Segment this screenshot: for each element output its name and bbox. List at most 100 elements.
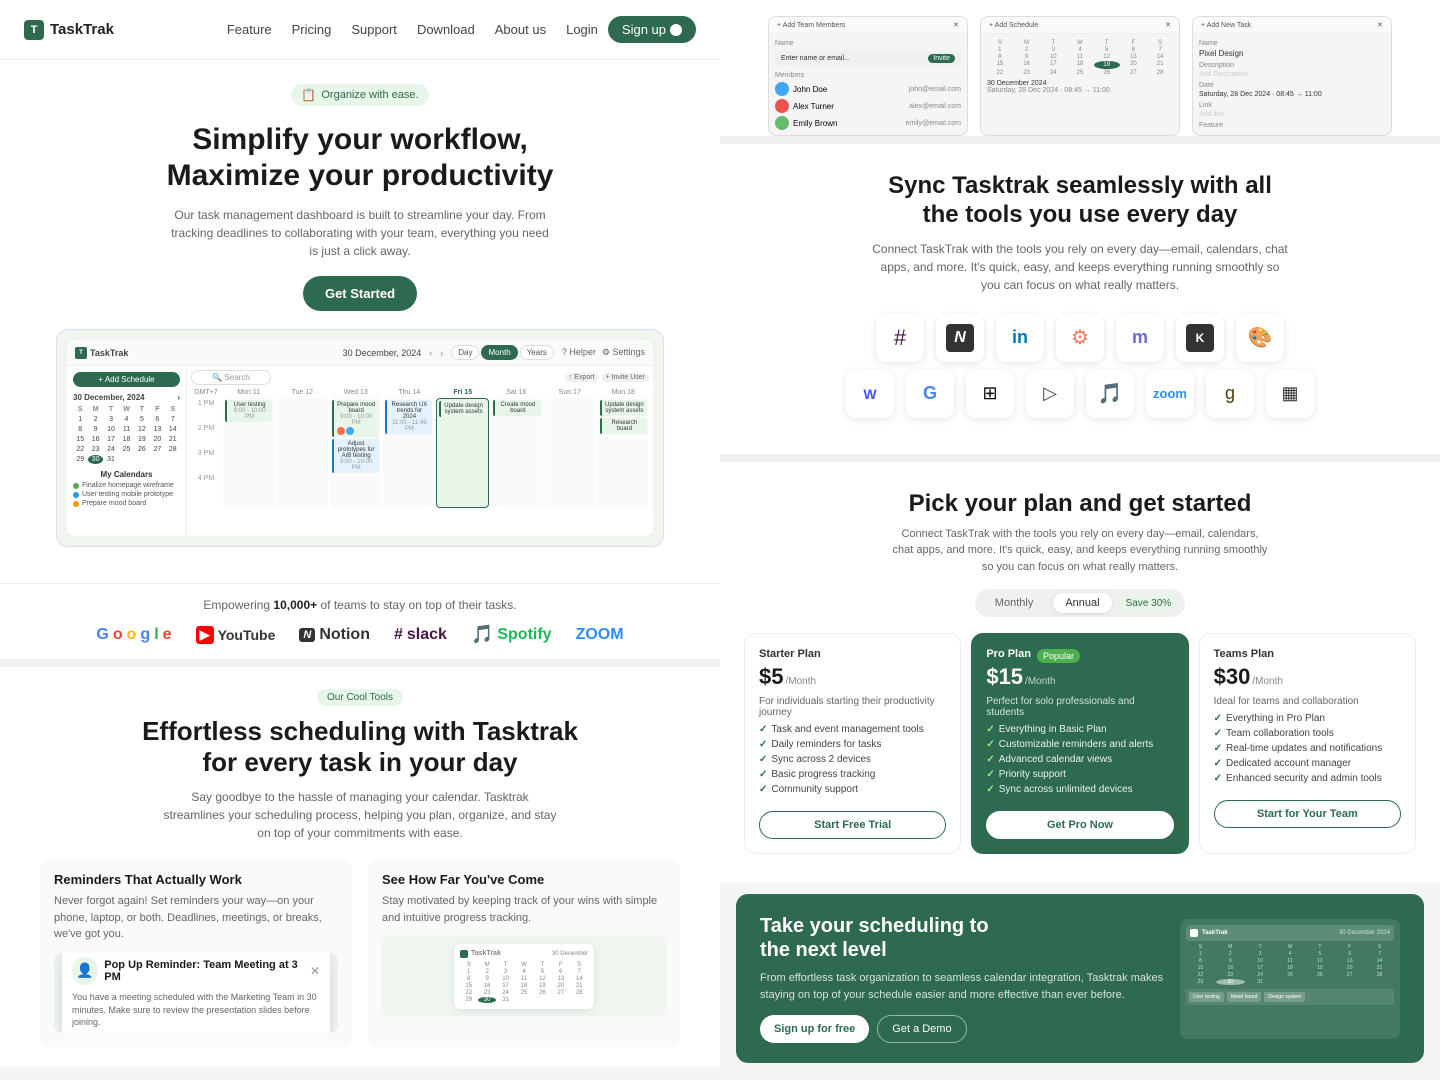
progress-preview: TaskTrak 30 December SMTWTFS 1234567 891…: [382, 936, 666, 1016]
popup-close[interactable]: ✕: [310, 964, 320, 978]
plan-cta-pro[interactable]: Get Pro Now: [986, 811, 1173, 839]
plan-period-starter: /Month: [785, 676, 816, 687]
dash-export[interactable]: ↑ Export: [565, 373, 599, 382]
mini-screen-task-header: + Add New Task ✕: [1193, 17, 1391, 34]
dash-sidebar: + Add Schedule 30 December, 2024 › S M T: [67, 366, 187, 536]
mini-screen-calendar: + Add Schedule ✕ SMTWTFS 1234567 8910111…: [980, 16, 1180, 136]
tools-badge: Our Cool Tools: [317, 689, 403, 706]
plan-feature-5-teams: ✓Enhanced security and admin tools: [1214, 773, 1401, 784]
navbar: T TaskTrak Feature Pricing Support Downl…: [0, 0, 720, 60]
mini-cal-nav[interactable]: ›: [177, 393, 180, 402]
toggle-monthly[interactable]: Monthly: [983, 593, 1046, 613]
plan-feature-4-teams: ✓Dedicated account manager: [1214, 758, 1401, 769]
toggle-annual[interactable]: Annual: [1053, 593, 1111, 613]
integration-monday: m: [1116, 314, 1164, 362]
day-col-thu: Research UX trends for 202411:00 - 11:45…: [383, 398, 434, 508]
plan-cta-starter[interactable]: Start Free Trial: [759, 811, 946, 839]
dash-nav-prev[interactable]: ‹: [429, 348, 432, 358]
cta-demo-button[interactable]: Get a Demo: [877, 1015, 966, 1043]
plan-feature-2-starter: ✓Daily reminders for tasks: [759, 739, 946, 750]
plan-cta-teams[interactable]: Start for Your Team: [1214, 800, 1401, 828]
plan-price-teams: $30: [1214, 664, 1251, 690]
integration-hubspot: ⚙: [1056, 314, 1104, 362]
view-month[interactable]: Month: [481, 345, 517, 360]
dashboard-preview: T TaskTrak 30 December, 2024 ‹ › Day Mon…: [56, 329, 664, 547]
event-update-design2[interactable]: Update design system assets: [600, 400, 647, 416]
event-create-mood[interactable]: Create mood board: [493, 400, 540, 416]
pricing-card-starter: Starter Plan $5 /Month For individuals s…: [744, 633, 961, 854]
logo-icon: T: [24, 20, 44, 40]
popup-icon: 👤: [72, 957, 98, 985]
pricing-card-teams: Teams Plan $30 /Month Ideal for teams an…: [1199, 633, 1416, 854]
day-col-sun: [545, 398, 596, 508]
hero-title: Simplify your workflow, Maximize your pr…: [40, 122, 680, 194]
view-years[interactable]: Years: [520, 345, 554, 360]
integration-buffer: ▦: [1266, 370, 1314, 418]
login-button[interactable]: Login: [566, 22, 598, 37]
event-mood-board[interactable]: Prepare mood board9:00 - 10:00 PM: [332, 400, 379, 437]
dash-view-btns: Day Month Years: [451, 345, 554, 360]
mini-close-3[interactable]: ✕: [1377, 21, 1383, 29]
pricing-section: Pick your plan and get started Connect T…: [720, 454, 1440, 883]
event-research-board[interactable]: Research board: [600, 418, 647, 434]
event-research-ux[interactable]: Research UX trends for 202411:00 - 11:45…: [385, 400, 432, 434]
nav-download[interactable]: Download: [417, 22, 475, 37]
integration-klaviyo: K: [1176, 314, 1224, 362]
mini-screen-team: + Add Team Members ✕ Name Enter name or …: [768, 16, 968, 136]
plan-feature-3-starter: ✓Sync across 2 devices: [759, 754, 946, 765]
dash-date: 30 December, 2024: [343, 348, 422, 358]
hero-badge: 📋 Organize with ease.: [291, 84, 428, 106]
dash-helper: ? Helper: [562, 347, 596, 358]
mini-calendar: 30 December, 2024 › S M T W T F: [73, 393, 180, 464]
plan-feature-1-starter: ✓Task and event management tools: [759, 724, 946, 735]
logo-text: TaskTrak: [50, 21, 114, 38]
sync-section: Sync Tasktrak seamlessly with all the to…: [720, 136, 1440, 454]
mini-cal-header: 30 December, 2024 ›: [73, 393, 180, 402]
plan-feature-4-pro: ✓Priority support: [986, 769, 1173, 780]
integration-figma: 🎨: [1236, 314, 1284, 362]
dash-toolbar: T TaskTrak 30 December, 2024 ‹ › Day Mon…: [67, 340, 653, 366]
integration-spotify: 🎵: [1086, 370, 1134, 418]
pricing-card-pro: Pro Plan Popular $15 /Month Perfect for …: [971, 633, 1188, 854]
integration-notion: N: [936, 314, 984, 362]
event-update-design[interactable]: Update design system assets: [439, 401, 486, 417]
cta-banner-image: TaskTrak 30 December 2024 SMTWTFS 123456…: [1180, 919, 1400, 1039]
plan-desc-teams: Ideal for teams and collaboration: [1214, 696, 1401, 707]
brand-zoom: ZOOM: [576, 626, 624, 644]
mini-screen-cal-header: + Add Schedule ✕: [981, 17, 1179, 34]
day-col-tue: [276, 398, 327, 508]
nav-logo: T TaskTrak: [24, 20, 114, 40]
dash-settings[interactable]: ⚙ Settings: [602, 347, 645, 358]
event-adjust[interactable]: Adjust prototypes for A/B testing9:00 - …: [332, 439, 379, 473]
cta-banner-title: Take your scheduling to the next level: [760, 914, 1164, 962]
feature-desc-progress: Stay motivated by keeping track of your …: [382, 893, 666, 926]
nav-feature[interactable]: Feature: [227, 22, 272, 37]
dash-invite[interactable]: + Invite User: [602, 373, 650, 382]
signup-button[interactable]: Sign up: [608, 16, 696, 43]
popup-body: You have a meeting scheduled with the Ma…: [72, 991, 320, 1029]
dash-nav-next[interactable]: ›: [440, 348, 443, 358]
sync-subtitle: Connect TaskTrak with the tools you rely…: [870, 240, 1290, 294]
cta-signup-button[interactable]: Sign up for free: [760, 1015, 869, 1043]
add-schedule-button[interactable]: + Add Schedule: [73, 372, 180, 387]
event-user-testing[interactable]: User testing9:00 - 10:00 PM: [225, 400, 272, 422]
get-started-button[interactable]: Get Started: [303, 276, 417, 311]
mini-close-2[interactable]: ✕: [1165, 21, 1171, 29]
nav-support[interactable]: Support: [351, 22, 397, 37]
nav-links: Feature Pricing Support Download About u…: [227, 22, 546, 37]
dash-logo-icon: T: [75, 347, 87, 359]
plan-badge-pro: Popular: [1037, 649, 1080, 663]
my-calendars: My Calendars Finalize homepage wireframe…: [73, 470, 180, 507]
mini-screen-task: + Add New Task ✕ Name Pixel Design Descr…: [1192, 16, 1392, 136]
day-col-fri: Update design system assets: [436, 398, 489, 508]
feature-title-progress: See How Far You've Come: [382, 872, 666, 887]
dash-search-box[interactable]: 🔍 Search: [191, 370, 271, 385]
view-day[interactable]: Day: [451, 345, 479, 360]
trusted-text: Empowering 10,000+ of teams to stay on t…: [40, 598, 680, 612]
integration-slack: #: [876, 314, 924, 362]
cta-banner-desc: From effortless task organization to sea…: [760, 970, 1164, 1003]
mini-close-1[interactable]: ✕: [953, 21, 959, 29]
nav-about[interactable]: About us: [495, 22, 546, 37]
nav-pricing[interactable]: Pricing: [292, 22, 332, 37]
top-mini-screens: + Add Team Members ✕ Name Enter name or …: [720, 0, 1440, 136]
